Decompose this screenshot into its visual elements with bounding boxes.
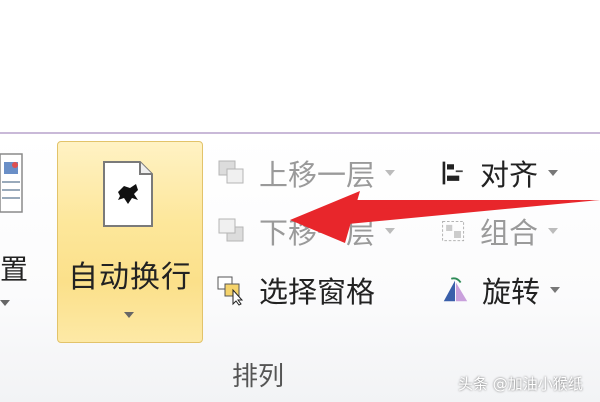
selection-pane-label: 选择窗格 [259, 275, 376, 309]
chevron-down-icon [0, 300, 10, 306]
chevron-down-icon [550, 287, 561, 293]
selection-pane-icon [217, 276, 244, 306]
wrap-text-button[interactable]: 自动换行 [57, 141, 203, 343]
position-icon[interactable] [0, 148, 26, 218]
watermark: 头条 @加油小猴纸 [458, 375, 583, 393]
align-icon [442, 161, 463, 185]
rotate-label: 旋转 [482, 275, 541, 309]
selection-pane-button[interactable]: 选择窗格 [215, 270, 375, 310]
align-button[interactable]: 对齐 [440, 153, 559, 193]
align-label: 对齐 [480, 158, 539, 192]
send-backward-label: 下移一层 [259, 216, 376, 250]
ribbon-group-title: 排列 [232, 362, 285, 392]
wrap-text-label: 自动换行 [68, 260, 192, 295]
chevron-down-icon [124, 312, 134, 318]
bring-forward-label: 上移一层 [259, 158, 376, 192]
bring-forward-icon [218, 160, 244, 184]
group-label: 组合 [480, 216, 539, 250]
chevron-down-icon [385, 228, 396, 234]
rotate-icon [443, 277, 468, 302]
wrap-text-icon [103, 161, 153, 227]
rotate-button[interactable]: 旋转 [440, 270, 561, 310]
group-button[interactable]: 组合 [440, 211, 559, 251]
chevron-down-icon [548, 228, 559, 234]
position-button-label: 置 [0, 253, 29, 286]
chevron-down-icon [385, 170, 396, 176]
content-area [0, 0, 600, 132]
send-backward-icon [218, 218, 244, 242]
group-icon [442, 220, 465, 242]
chevron-down-icon [548, 170, 559, 176]
bring-forward-button[interactable]: 上移一层 [215, 153, 396, 193]
send-backward-button[interactable]: 下移一层 [215, 211, 396, 251]
